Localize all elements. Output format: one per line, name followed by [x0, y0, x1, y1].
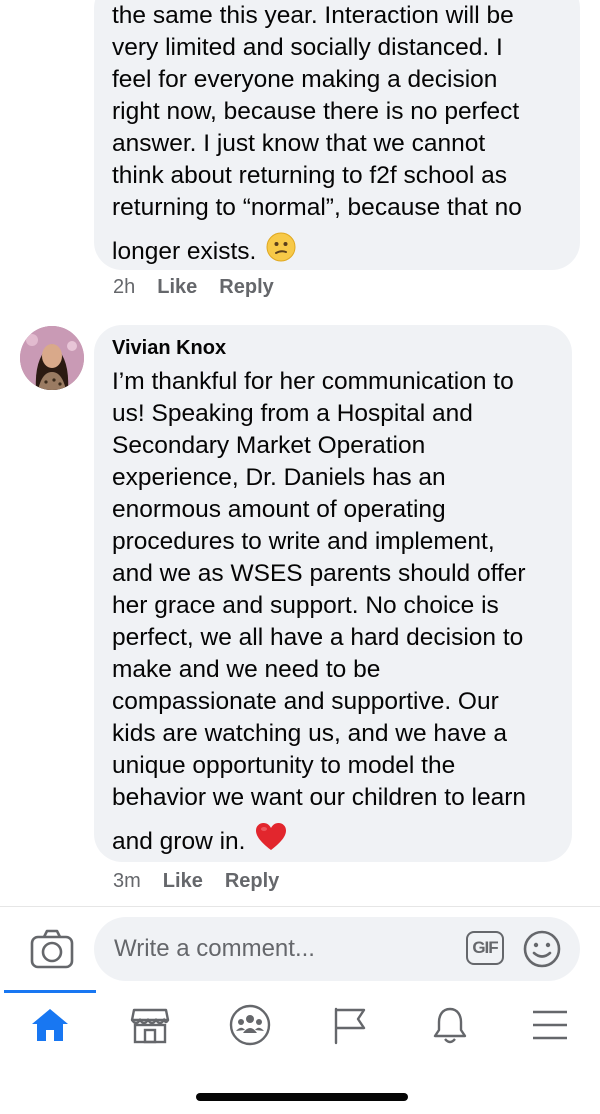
reply-button[interactable]: Reply [225, 870, 279, 893]
comment-composer: GIF [0, 906, 600, 990]
comment-line: and grow in. [112, 827, 246, 855]
comment-line: unique opportunity to model the [112, 752, 456, 779]
like-button[interactable]: Like [157, 276, 197, 299]
comment-line: very limited and socially distanced. I [112, 34, 503, 61]
home-icon [32, 1009, 68, 1041]
comment-line: answer. I just know that we cannot [112, 130, 486, 157]
comment-bubble-1: the same this year. Interaction will be … [94, 0, 580, 270]
gif-button[interactable]: GIF [466, 931, 504, 965]
smiley-icon[interactable] [522, 929, 562, 969]
comment-line: perfect, we all have a hard decision to [112, 624, 524, 651]
comment-line: make and we need to be [112, 656, 381, 683]
camera-icon[interactable] [30, 929, 74, 969]
bottom-tab-bar [0, 990, 600, 1060]
comment-line: feel for everyone making a decision [112, 66, 498, 93]
comment-line: the same this year. Interaction will be [112, 2, 514, 29]
comment-line: think about returning to f2f school as [112, 162, 507, 189]
like-button[interactable]: Like [163, 870, 203, 893]
tab-home[interactable] [0, 990, 100, 1060]
marketplace-icon [130, 1008, 170, 1044]
comment-line: and we as WSES parents should offer [112, 560, 526, 587]
comment-meta-2: 3m Like Reply [113, 870, 279, 893]
comment-line: I’m thankful for her communication to [112, 368, 514, 395]
comment-line: Secondary Market Operation [112, 432, 426, 459]
red-heart-emoji [255, 822, 287, 861]
tab-notifications[interactable] [400, 990, 500, 1060]
bell-icon [433, 1007, 467, 1044]
comment-line: her grace and support. No choice is [112, 592, 499, 619]
confused-face-emoji [266, 232, 296, 271]
comment-author[interactable]: Vivian Knox [112, 337, 564, 360]
avatar[interactable] [20, 326, 84, 390]
avatar-image [20, 326, 84, 390]
comment-timestamp: 3m [113, 870, 141, 892]
comment-body-1: the same this year. Interaction will be … [112, 0, 572, 271]
comment-line: longer exists. [112, 237, 257, 265]
comment-line: returning to “normal”, because that no [112, 194, 522, 221]
comment-bubble-2: Vivian Knox I’m thankful for her communi… [94, 325, 572, 862]
comment-line: behavior we want our children to learn [112, 784, 527, 811]
flag-icon [334, 1007, 366, 1045]
home-indicator-bar[interactable] [196, 1093, 408, 1101]
comment-meta-1: 2h Like Reply [113, 276, 274, 299]
groups-icon [229, 1004, 271, 1046]
comment-body-2: I’m thankful for her communication to us… [112, 366, 564, 861]
comment-timestamp: 2h [113, 276, 136, 298]
comment-line: right now, because there is no perfect [112, 98, 520, 125]
comment-line: enormous amount of operating [112, 496, 446, 523]
comment-input[interactable] [94, 917, 580, 981]
reply-button[interactable]: Reply [219, 276, 273, 299]
tab-menu[interactable] [500, 990, 600, 1060]
comment-line: experience, Dr. Daniels has an [112, 464, 446, 491]
tab-pages[interactable] [300, 990, 400, 1060]
comment-line: us! Speaking from a Hospital and [112, 400, 473, 427]
comment-line: compassionate and supportive. Our [112, 688, 499, 715]
tab-marketplace[interactable] [100, 990, 200, 1060]
comment-line: kids are watching us, and we have a [112, 720, 507, 747]
hamburger-menu-icon [533, 1010, 567, 1040]
tab-groups[interactable] [200, 990, 300, 1060]
comment-line: procedures to write and implement, [112, 528, 495, 555]
